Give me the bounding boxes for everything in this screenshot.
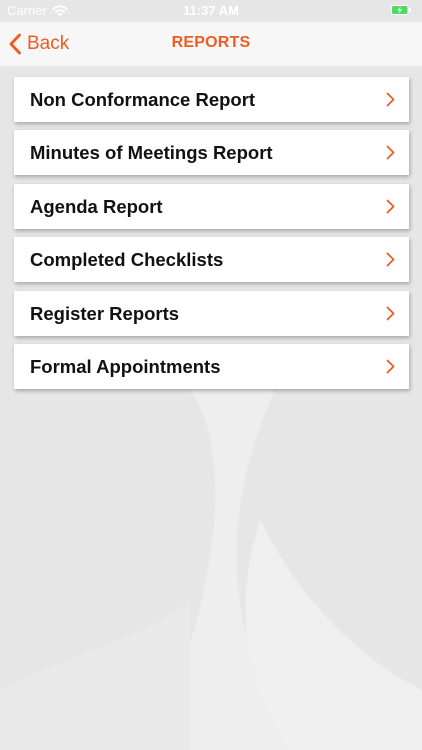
report-item-formal-appointments[interactable]: Formal Appointments [14, 343, 409, 389]
report-item-agenda[interactable]: Agenda Report [14, 183, 409, 229]
chevron-right-icon [386, 252, 395, 267]
navigation-bar: Back REPORTS [0, 22, 422, 66]
status-bar: Carrier 11:37 AM [0, 0, 422, 22]
status-time: 11:37 AM [183, 3, 239, 18]
page-title: REPORTS [171, 34, 251, 51]
report-label: Minutes of Meetings Report [30, 142, 273, 164]
report-item-non-conformance[interactable]: Non Conformance Report [14, 77, 409, 122]
report-item-completed-checklists[interactable]: Completed Checklists [14, 237, 409, 283]
report-item-register-reports[interactable]: Register Reports [14, 290, 409, 336]
report-label: Formal Appointments [30, 355, 221, 377]
chevron-right-icon [386, 92, 395, 107]
report-list: Non Conformance Report Minutes of Meetin… [14, 77, 409, 397]
chevron-right-icon [386, 145, 395, 160]
report-label: Register Reports [30, 302, 180, 324]
report-item-minutes-of-meetings[interactable]: Minutes of Meetings Report [14, 130, 409, 176]
report-label: Agenda Report [30, 195, 163, 217]
chevron-right-icon [386, 306, 395, 320]
report-label: Completed Checklists [30, 249, 224, 271]
battery-charging-icon [391, 5, 411, 15]
report-label: Non Conformance Report [30, 89, 256, 110]
chevron-right-icon [386, 359, 395, 374]
chevron-right-icon [386, 199, 395, 214]
